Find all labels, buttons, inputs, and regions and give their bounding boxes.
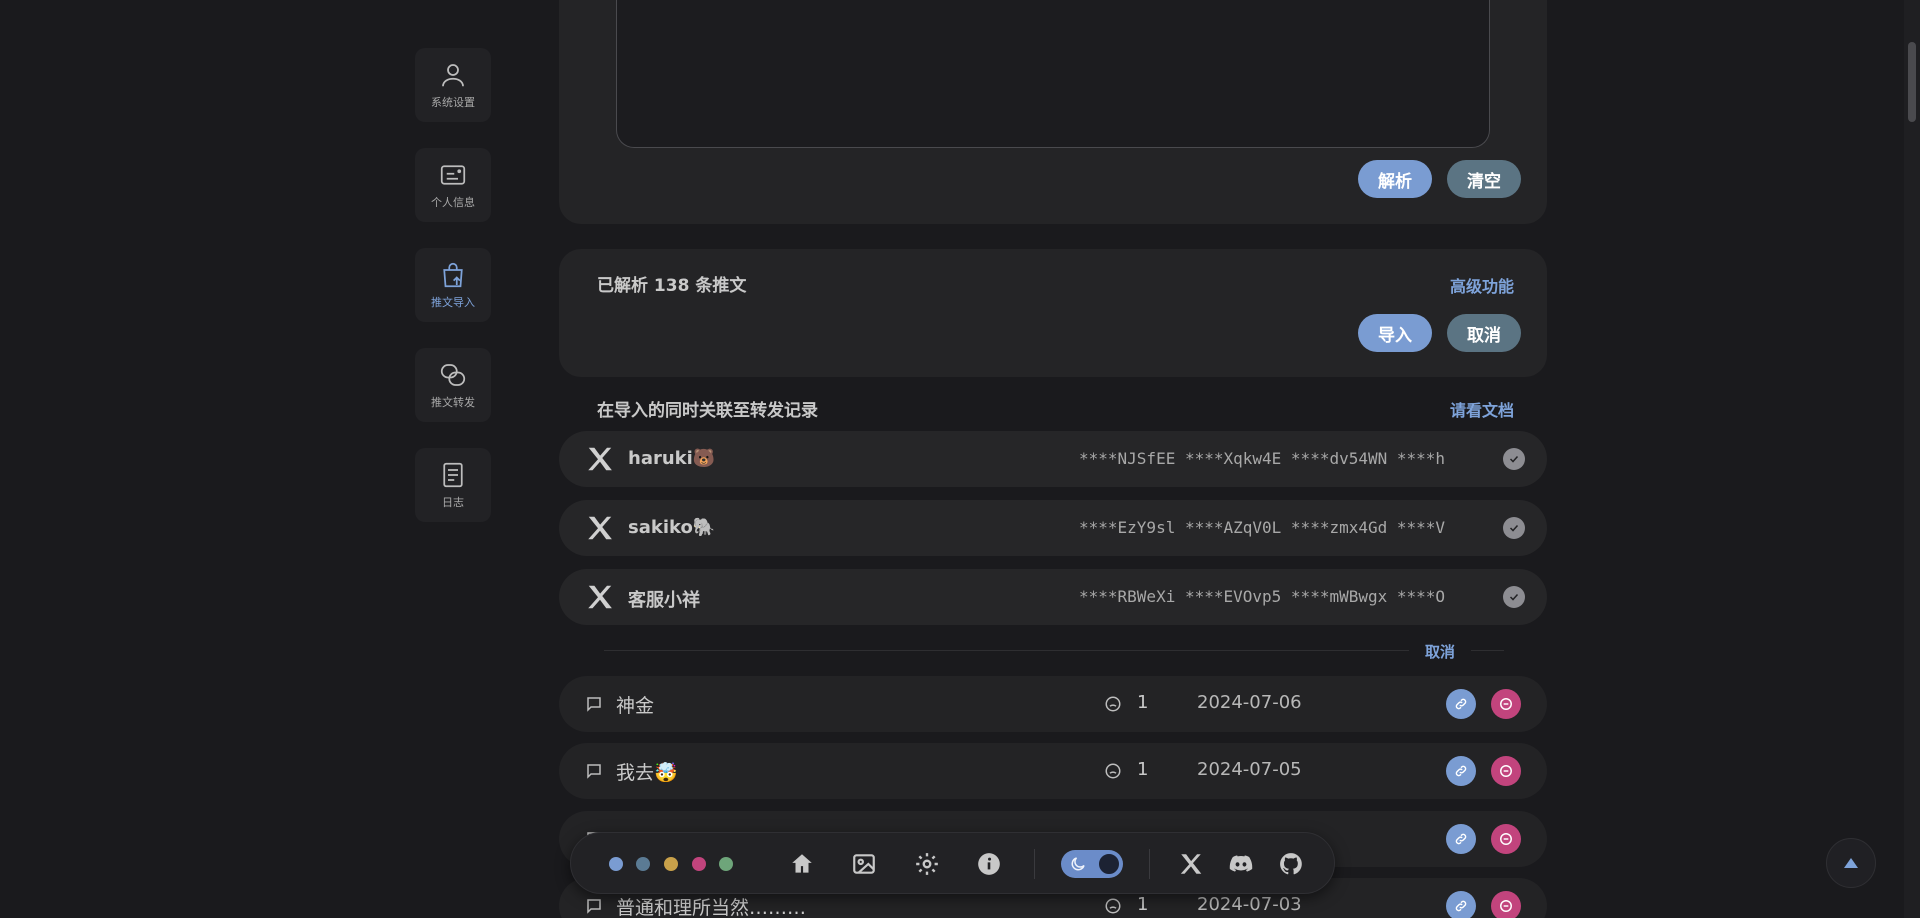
tweet-text: 普通和理所当然……… <box>616 897 807 918</box>
check-icon[interactable] <box>1503 448 1525 470</box>
tweet-input-textarea[interactable] <box>616 0 1490 148</box>
cancel-button[interactable]: 取消 <box>1447 314 1521 352</box>
theme-color-gold[interactable] <box>664 857 678 871</box>
sidebar-item-tweet-forward[interactable]: 推文转发 <box>415 348 491 422</box>
scroll-to-top-button[interactable] <box>1826 838 1876 888</box>
toolbar-separator <box>1034 849 1035 879</box>
cancel-link-selection[interactable]: 取消 <box>1409 641 1472 662</box>
id-card-icon <box>440 165 466 185</box>
minus-circle-icon <box>1500 698 1512 710</box>
sidebar-item-label: 推文转发 <box>431 396 475 409</box>
theme-color-blue[interactable] <box>609 857 623 871</box>
moon-icon <box>1071 857 1085 871</box>
account-ids: ****EzY9sl ****AZqV0L ****zmx4Gd ****V <box>1079 518 1446 537</box>
parse-result-title: 已解析 138 条推文 <box>597 276 747 296</box>
reaction-count: 1 <box>1137 759 1149 780</box>
sidebar: 系统设置 个人信息 推文导入 推文转发 日志 <box>415 48 491 548</box>
minus-circle-icon <box>1500 833 1512 845</box>
account-ids: ****NJSfEE ****Xqkw4E ****dv54WN ****h <box>1079 449 1446 468</box>
link-button[interactable] <box>1446 891 1476 918</box>
bottom-toolbar <box>570 832 1335 894</box>
x-logo-icon[interactable] <box>1178 851 1204 877</box>
sidebar-item-label: 个人信息 <box>431 196 475 209</box>
sidebar-item-profile[interactable]: 个人信息 <box>415 148 491 222</box>
advanced-features-link[interactable]: 高级功能 <box>1450 273 1514 297</box>
comment-icon <box>587 899 601 914</box>
github-icon[interactable] <box>1278 851 1304 877</box>
link-section-title: 在导入的同时关联至转发记录 <box>597 401 818 421</box>
dark-mode-toggle[interactable] <box>1061 850 1123 878</box>
sidebar-item-label: 推文导入 <box>431 296 475 309</box>
link-icon <box>1455 900 1467 912</box>
account-name: 客服小祥 <box>628 590 700 611</box>
toggle-knob <box>1097 852 1121 876</box>
comment-icon <box>587 764 601 779</box>
parse-result-card: 已解析 138 条推文 高级功能 导入 取消 <box>559 249 1547 377</box>
tweet-row: 我去🤯 1 2024-07-05 <box>559 743 1547 799</box>
reaction-count: 1 <box>1137 692 1149 713</box>
page-scrollbar[interactable] <box>1904 0 1920 918</box>
tweet-text: 神金 <box>616 695 655 717</box>
account-name: sakiko🐘 <box>628 517 716 538</box>
divider <box>604 650 1504 651</box>
scrollbar-thumb[interactable] <box>1908 42 1916 122</box>
tweet-date: 2024-07-03 <box>1197 894 1302 915</box>
account-row[interactable]: sakiko🐘 ****EzY9sl ****AZqV0L ****zmx4Gd… <box>559 500 1547 556</box>
x-logo-icon <box>588 447 612 471</box>
remove-button[interactable] <box>1491 689 1521 719</box>
clear-button[interactable]: 清空 <box>1447 160 1521 198</box>
tweet-row: 神金 1 2024-07-06 <box>559 676 1547 732</box>
link-icon <box>1455 765 1467 777</box>
minus-circle-icon <box>1500 765 1512 777</box>
info-icon[interactable] <box>976 851 1002 877</box>
docs-link[interactable]: 请看文档 <box>1450 397 1514 421</box>
link-button[interactable] <box>1446 689 1476 719</box>
link-button[interactable] <box>1446 824 1476 854</box>
account-row[interactable]: 客服小祥 ****RBWeXi ****EVOvp5 ****mWBwgx **… <box>559 569 1547 625</box>
image-icon[interactable] <box>851 851 877 877</box>
reaction-icon <box>1105 763 1121 779</box>
check-icon[interactable] <box>1503 517 1525 539</box>
sidebar-item-system-settings[interactable]: 系统设置 <box>415 48 491 122</box>
chain-icon <box>440 364 466 386</box>
sidebar-item-label: 日志 <box>442 496 464 509</box>
account-ids: ****RBWeXi ****EVOvp5 ****mWBwgx ****O <box>1079 587 1446 606</box>
remove-button[interactable] <box>1491 824 1521 854</box>
comment-icon <box>587 697 601 712</box>
import-button[interactable]: 导入 <box>1358 314 1432 352</box>
reaction-icon <box>1105 898 1121 914</box>
remove-button[interactable] <box>1491 756 1521 786</box>
account-name: haruki🐻 <box>628 448 716 469</box>
account-row[interactable]: haruki🐻 ****NJSfEE ****Xqkw4E ****dv54WN… <box>559 431 1547 487</box>
user-icon <box>442 64 464 87</box>
check-icon[interactable] <box>1503 586 1525 608</box>
theme-color-slate[interactable] <box>636 857 650 871</box>
triangle-up-icon <box>1844 858 1858 868</box>
bag-upload-icon <box>443 262 463 288</box>
discord-icon[interactable] <box>1228 851 1254 877</box>
tweet-date: 2024-07-06 <box>1197 692 1302 713</box>
theme-color-pink[interactable] <box>692 857 706 871</box>
home-icon[interactable] <box>789 851 815 877</box>
x-logo-icon <box>588 516 612 540</box>
sidebar-item-log[interactable]: 日志 <box>415 448 491 522</box>
parse-card: 解析 清空 <box>559 0 1547 224</box>
x-logo-icon <box>588 585 612 609</box>
link-icon <box>1455 698 1467 710</box>
tweet-text: 我去🤯 <box>616 762 678 784</box>
theme-color-green[interactable] <box>719 857 733 871</box>
minus-circle-icon <box>1500 900 1512 912</box>
gear-icon[interactable] <box>914 851 940 877</box>
tweet-date: 2024-07-05 <box>1197 759 1302 780</box>
remove-button[interactable] <box>1491 891 1521 918</box>
document-icon <box>443 462 463 488</box>
reaction-icon <box>1105 696 1121 712</box>
toolbar-separator <box>1149 849 1150 879</box>
sidebar-item-tweet-import[interactable]: 推文导入 <box>415 248 491 322</box>
link-icon <box>1455 833 1467 845</box>
sidebar-item-label: 系统设置 <box>431 96 475 109</box>
reaction-count: 1 <box>1137 894 1149 915</box>
link-button[interactable] <box>1446 756 1476 786</box>
parse-button[interactable]: 解析 <box>1358 160 1432 198</box>
